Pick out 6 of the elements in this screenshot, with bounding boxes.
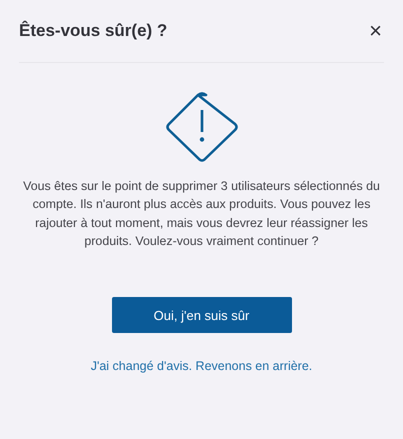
warning-icon	[164, 92, 238, 162]
cancel-link[interactable]: J'ai changé d'avis. Revenons en arrière.	[90, 359, 312, 374]
confirmation-message: Vous êtes sur le point de supprimer 3 utilisateurs sélectionnés du compte. Ils n'auront plus accès aux produits. Vous pouvez les rajouter à tout moment, mais vous devrez leur réassigner les produits. Voulez-vous vraiment continuer ?	[22, 178, 381, 250]
close-button[interactable]: ×	[367, 20, 384, 42]
confirm-button[interactable]: Oui, j'en suis sûr	[112, 297, 292, 334]
dialog-title: Êtes-vous sûr(e) ?	[19, 21, 168, 41]
